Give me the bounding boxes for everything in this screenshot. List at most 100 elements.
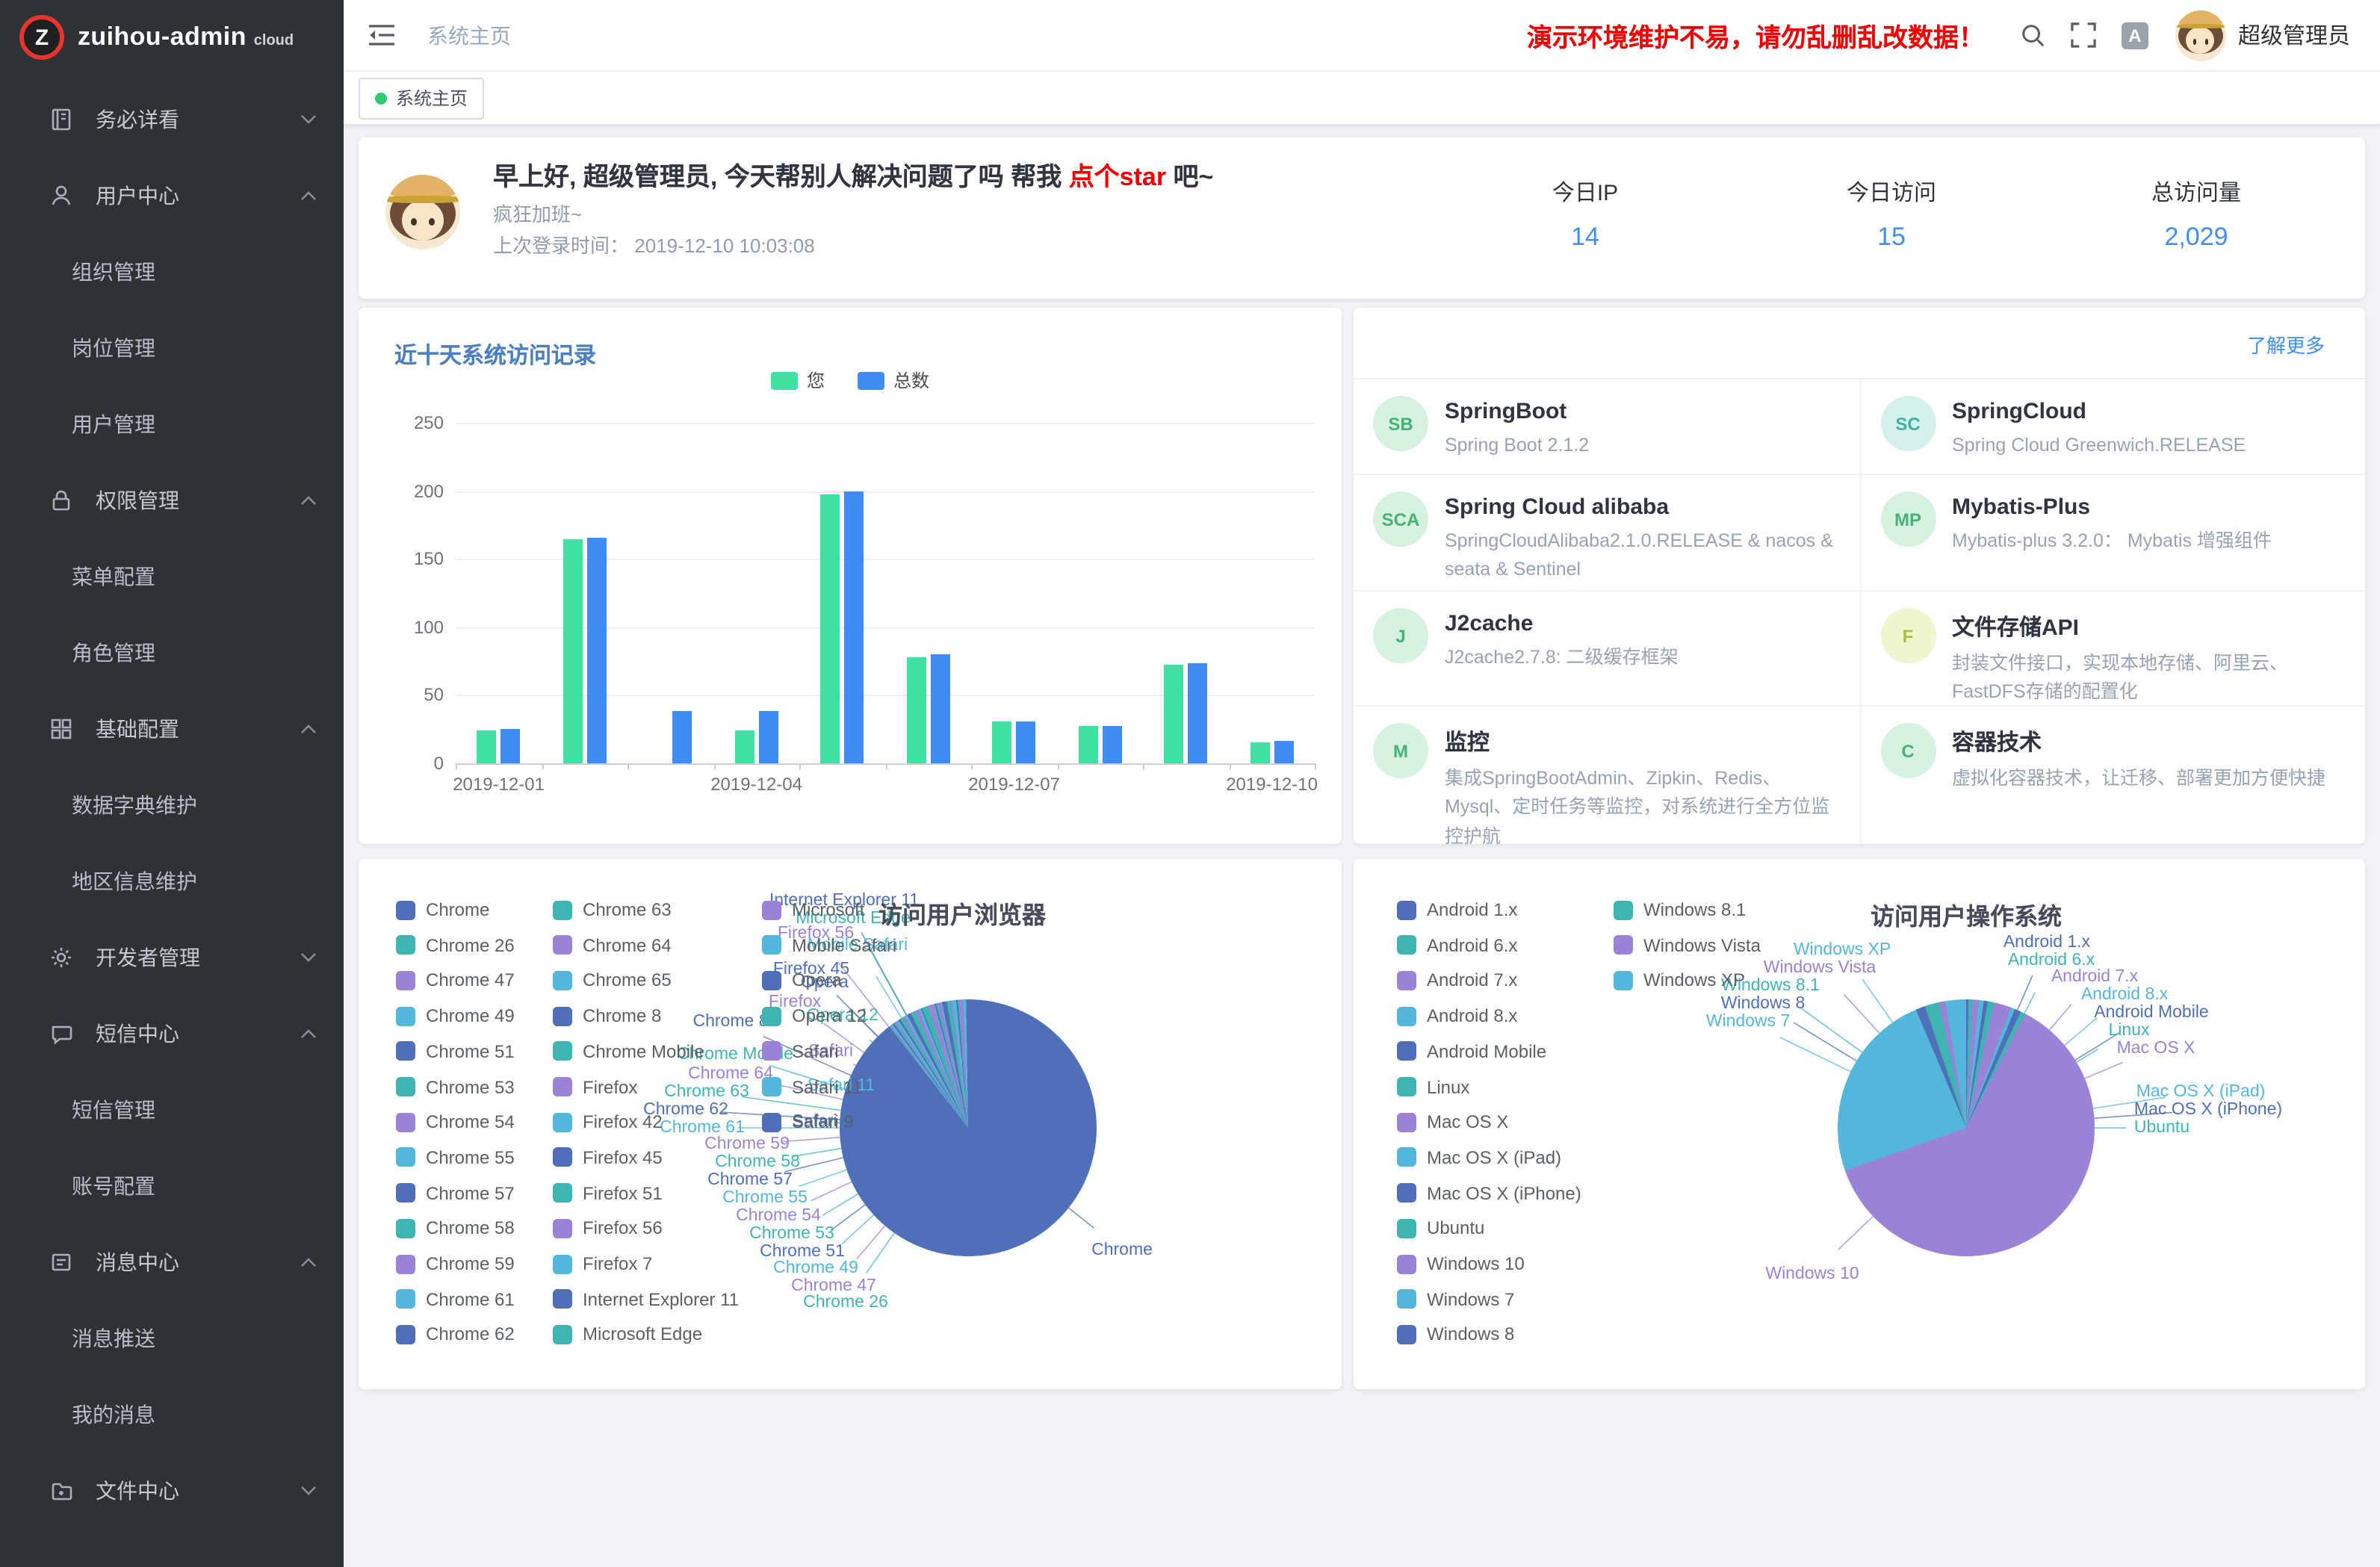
legend-item[interactable]: Chrome 64 [553,934,672,955]
search-icon[interactable] [2008,0,2059,71]
legend-item[interactable]: Android 7.x [1397,970,1517,991]
legend-item[interactable]: Firefox 51 [553,1182,663,1203]
menu-subitem[interactable]: 角色管理 [0,614,344,690]
legend-item[interactable]: Safari 9 [762,1111,854,1132]
y-axis-label: 50 [381,685,444,706]
user-avatar[interactable] [2175,10,2226,60]
legend-item[interactable]: Chrome 55 [396,1147,515,1168]
legend-item[interactable]: Chrome 47 [396,970,515,991]
menu-item[interactable]: 用户中心 [0,157,344,233]
legend-item[interactable]: Chrome 49 [396,1005,515,1026]
legend-item[interactable]: 总数 [858,367,929,393]
legend-item[interactable]: Internet Explorer 11 [553,1288,739,1309]
legend-item[interactable]: Chrome 8 [553,1005,661,1026]
legend-item[interactable]: Firefox 56 [553,1218,663,1239]
browser-pie[interactable] [840,999,1097,1256]
legend-item[interactable]: Windows Vista [1614,934,1761,955]
legend-label: Ubuntu [1427,1218,1484,1239]
legend-label: Opera 12 [792,1005,867,1026]
legend-item[interactable]: Android 6.x [1397,934,1517,955]
legend-item[interactable]: Windows 8.1 [1614,899,1746,920]
legend-item[interactable]: Firefox [553,1076,637,1097]
legend-item[interactable]: Chrome 58 [396,1218,515,1239]
menu-subitem[interactable]: 组织管理 [0,233,344,309]
app-logo[interactable]: Z zuihou-admin cloud [0,0,344,75]
menu-item[interactable]: 开发者管理 [0,919,344,995]
bar [1017,721,1036,763]
legend-label: 总数 [893,367,929,393]
menu-item[interactable]: 务必详看 [0,81,344,157]
legend-swatch [553,1325,572,1344]
legend-item[interactable]: Chrome 57 [396,1182,515,1203]
menu-item-label: 组织管理 [72,256,155,286]
legend-item[interactable]: Android 8.x [1397,1005,1517,1026]
menu-subitem[interactable]: 账号配置 [0,1147,344,1223]
os-pie[interactable] [1838,999,2095,1256]
legend-item[interactable]: Android Mobile [1397,1041,1546,1062]
legend-item[interactable]: Chrome 26 [396,934,515,955]
legend-item[interactable]: Firefox 7 [553,1253,652,1274]
menu-item[interactable]: 基础配置 [0,690,344,766]
legend-item[interactable]: Chrome 59 [396,1253,515,1274]
legend-item[interactable]: Microsoft Edge [553,1324,702,1345]
legend-item[interactable]: Opera [762,970,842,991]
tab-home[interactable]: 系统主页 [359,77,484,119]
legend-item[interactable]: Chrome 54 [396,1111,515,1132]
legend-item[interactable]: Opera 12 [762,1005,867,1026]
menu-item[interactable]: 消息中心 [0,1223,344,1300]
legend-item[interactable]: Chrome [396,899,489,920]
legend-item[interactable]: Mac OS X (iPad) [1397,1147,1561,1168]
menu-subitem[interactable]: 菜单配置 [0,538,344,614]
legend-item[interactable]: Safari 11 [762,1076,862,1097]
legend-item[interactable]: Windows 10 [1397,1253,1525,1274]
fullscreen-icon[interactable] [2059,0,2110,71]
username[interactable]: 超级管理员 [2238,19,2350,51]
legend-item[interactable]: Windows 7 [1397,1288,1514,1309]
legend-item[interactable]: Microsoft [762,899,864,920]
legend-item[interactable]: Chrome Mobile [553,1041,704,1062]
legend-item[interactable]: Chrome 61 [396,1288,515,1309]
axis-tick [1143,763,1144,769]
star-link[interactable]: 点个star [1069,163,1166,191]
legend-item[interactable]: 您 [771,367,825,393]
learn-more-link[interactable]: 了解更多 [2247,330,2325,359]
legend-item[interactable]: Firefox 45 [553,1147,663,1168]
legend-item[interactable]: Chrome 53 [396,1076,515,1097]
legend-label: Chrome 57 [426,1182,515,1203]
hamburger-icon[interactable] [369,24,394,46]
menu-subitem[interactable]: 消息推送 [0,1300,344,1376]
legend-item[interactable]: Mac OS X [1397,1111,1508,1132]
tech-item: SCSpringCloudSpring Cloud Greenwich.RELE… [1859,379,2365,474]
menu-subitem[interactable]: 短信管理 [0,1071,344,1147]
menu-subitem[interactable]: 地区信息维护 [0,843,344,919]
legend-item[interactable]: Chrome 63 [553,899,672,920]
breadcrumb[interactable]: 系统主页 [427,20,511,50]
menu-item-label: 基础配置 [96,713,179,743]
legend-item[interactable]: Chrome 51 [396,1041,515,1062]
legend-label: Chrome Mobile [583,1041,704,1062]
menu-subitem[interactable]: 岗位管理 [0,309,344,385]
legend-item[interactable]: Ubuntu [1397,1218,1484,1239]
menu-item[interactable]: 权限管理 [0,462,344,538]
tech-item-badge: C [1880,723,1936,778]
legend-item[interactable]: Chrome 65 [553,970,672,991]
legend-item[interactable]: Mac OS X (iPhone) [1397,1182,1581,1203]
menu-subitem[interactable]: 数据字典维护 [0,766,344,843]
user-avatar-large [385,175,460,249]
menu-item-label: 文件中心 [96,1475,179,1505]
legend-label: Windows XP [1643,970,1745,991]
legend-item[interactable]: Android 1.x [1397,899,1517,920]
legend-item[interactable]: Firefox 42 [553,1111,663,1132]
legend-item[interactable]: Safari [762,1041,839,1062]
menu-item[interactable]: 短信中心 [0,995,344,1071]
legend-item[interactable]: Chrome 62 [396,1324,515,1345]
legend-item[interactable]: Windows XP [1614,970,1745,991]
font-size-icon[interactable]: A [2110,0,2160,71]
legend-item[interactable]: Mobile Safari [762,934,896,955]
legend-item[interactable]: Windows 8 [1397,1324,1514,1345]
legend-item[interactable]: Linux [1397,1076,1469,1097]
menu-subitem[interactable]: 我的消息 [0,1376,344,1452]
menu-subitem[interactable]: 用户管理 [0,385,344,462]
menu-item[interactable]: 文件中心 [0,1452,344,1528]
chevron-up-icon [300,190,317,200]
